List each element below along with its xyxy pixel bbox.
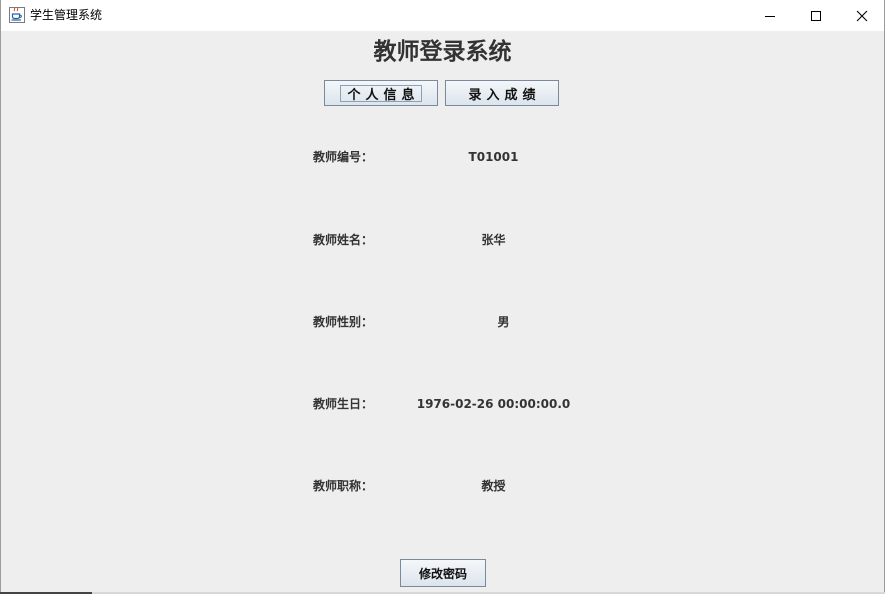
- teacher-title-value: 教授: [481, 479, 506, 493]
- java-cup-icon: [9, 7, 25, 23]
- close-button[interactable]: [839, 0, 885, 31]
- minimize-button[interactable]: [747, 0, 793, 31]
- app-window: 学生管理系统 教师登录系统 个人信息 录入成绩 教师编号： T01001 教师姓…: [0, 0, 885, 594]
- teacher-title-label: 教师职称：: [313, 479, 374, 493]
- change-password-button[interactable]: 修改密码: [400, 559, 486, 587]
- teacher-gender-value: 男: [497, 315, 510, 329]
- title-bar[interactable]: 学生管理系统: [1, 0, 884, 31]
- close-icon: [856, 10, 868, 21]
- teacher-name-label: 教师姓名：: [313, 233, 374, 247]
- minimize-icon: [765, 15, 775, 17]
- tab-enter-grades-label: 录入成绩: [468, 86, 541, 102]
- maximize-icon: [811, 10, 821, 21]
- teacher-id-value: T01001: [468, 150, 519, 164]
- teacher-name-value: 张华: [481, 233, 506, 247]
- window-title: 学生管理系统: [30, 8, 103, 22]
- teacher-id-label: 教师编号：: [313, 150, 374, 164]
- tab-personal-info[interactable]: 个人信息: [324, 80, 438, 106]
- teacher-birthday-value: 1976-02-26 00:00:00.0: [416, 397, 571, 411]
- maximize-button[interactable]: [793, 0, 839, 31]
- tab-personal-info-label: 个人信息: [340, 84, 422, 102]
- page-title: 教师登录系统: [373, 38, 512, 65]
- teacher-gender-label: 教师性别：: [313, 315, 374, 329]
- tab-enter-grades[interactable]: 录入成绩: [445, 80, 559, 106]
- teacher-birthday-label: 教师生日：: [313, 397, 374, 411]
